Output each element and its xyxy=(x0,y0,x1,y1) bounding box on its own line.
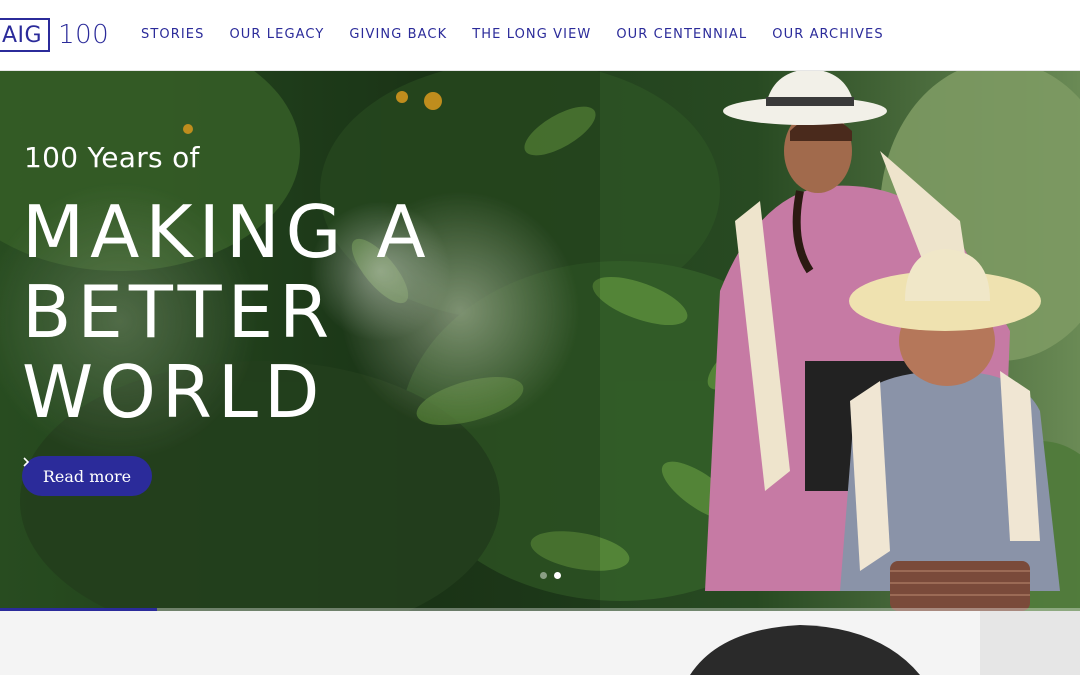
read-more-label: Read more xyxy=(42,466,132,486)
nav-our-archives[interactable]: OUR ARCHIVES xyxy=(772,27,883,42)
hero-headline: MAKING A BETTER WORLD xyxy=(22,192,432,432)
aig-100-logo[interactable]: AIG 100 xyxy=(0,18,109,52)
boy-figure xyxy=(840,249,1060,611)
headline-line-1: MAKING A xyxy=(22,190,432,274)
nav-our-centennial[interactable]: OUR CENTENNIAL xyxy=(616,27,747,42)
nav-the-long-view[interactable]: THE LONG VIEW xyxy=(472,27,591,42)
hero-carousel: 100 Years of MAKING A BETTER WORLD Read … xyxy=(0,71,1080,611)
nav-giving-back[interactable]: GIVING BACK xyxy=(349,27,447,42)
headline-line-2: BETTER xyxy=(22,270,336,354)
chevron-right-icon xyxy=(23,457,30,467)
next-section-preview xyxy=(0,611,1080,675)
nav-stories[interactable]: STORIES xyxy=(141,27,204,42)
next-section-photo xyxy=(0,611,1080,675)
carousel-dot-2[interactable] xyxy=(554,572,561,579)
nav-our-legacy[interactable]: OUR LEGACY xyxy=(229,27,324,42)
main-nav: STORIES OUR LEGACY GIVING BACK THE LONG … xyxy=(141,27,884,42)
read-more-button[interactable]: Read more xyxy=(22,456,152,496)
carousel-dot-1[interactable] xyxy=(540,572,547,579)
logo-100: 100 xyxy=(58,20,110,50)
logo-aig: AIG xyxy=(0,18,51,52)
headline-line-3: WORLD xyxy=(22,350,326,434)
hero-eyebrow: 100 Years of xyxy=(24,141,200,174)
site-header: AIG 100 STORIES OUR LEGACY GIVING BACK T… xyxy=(0,0,1080,71)
hero-text-block: 100 Years of MAKING A BETTER WORLD xyxy=(22,141,432,432)
